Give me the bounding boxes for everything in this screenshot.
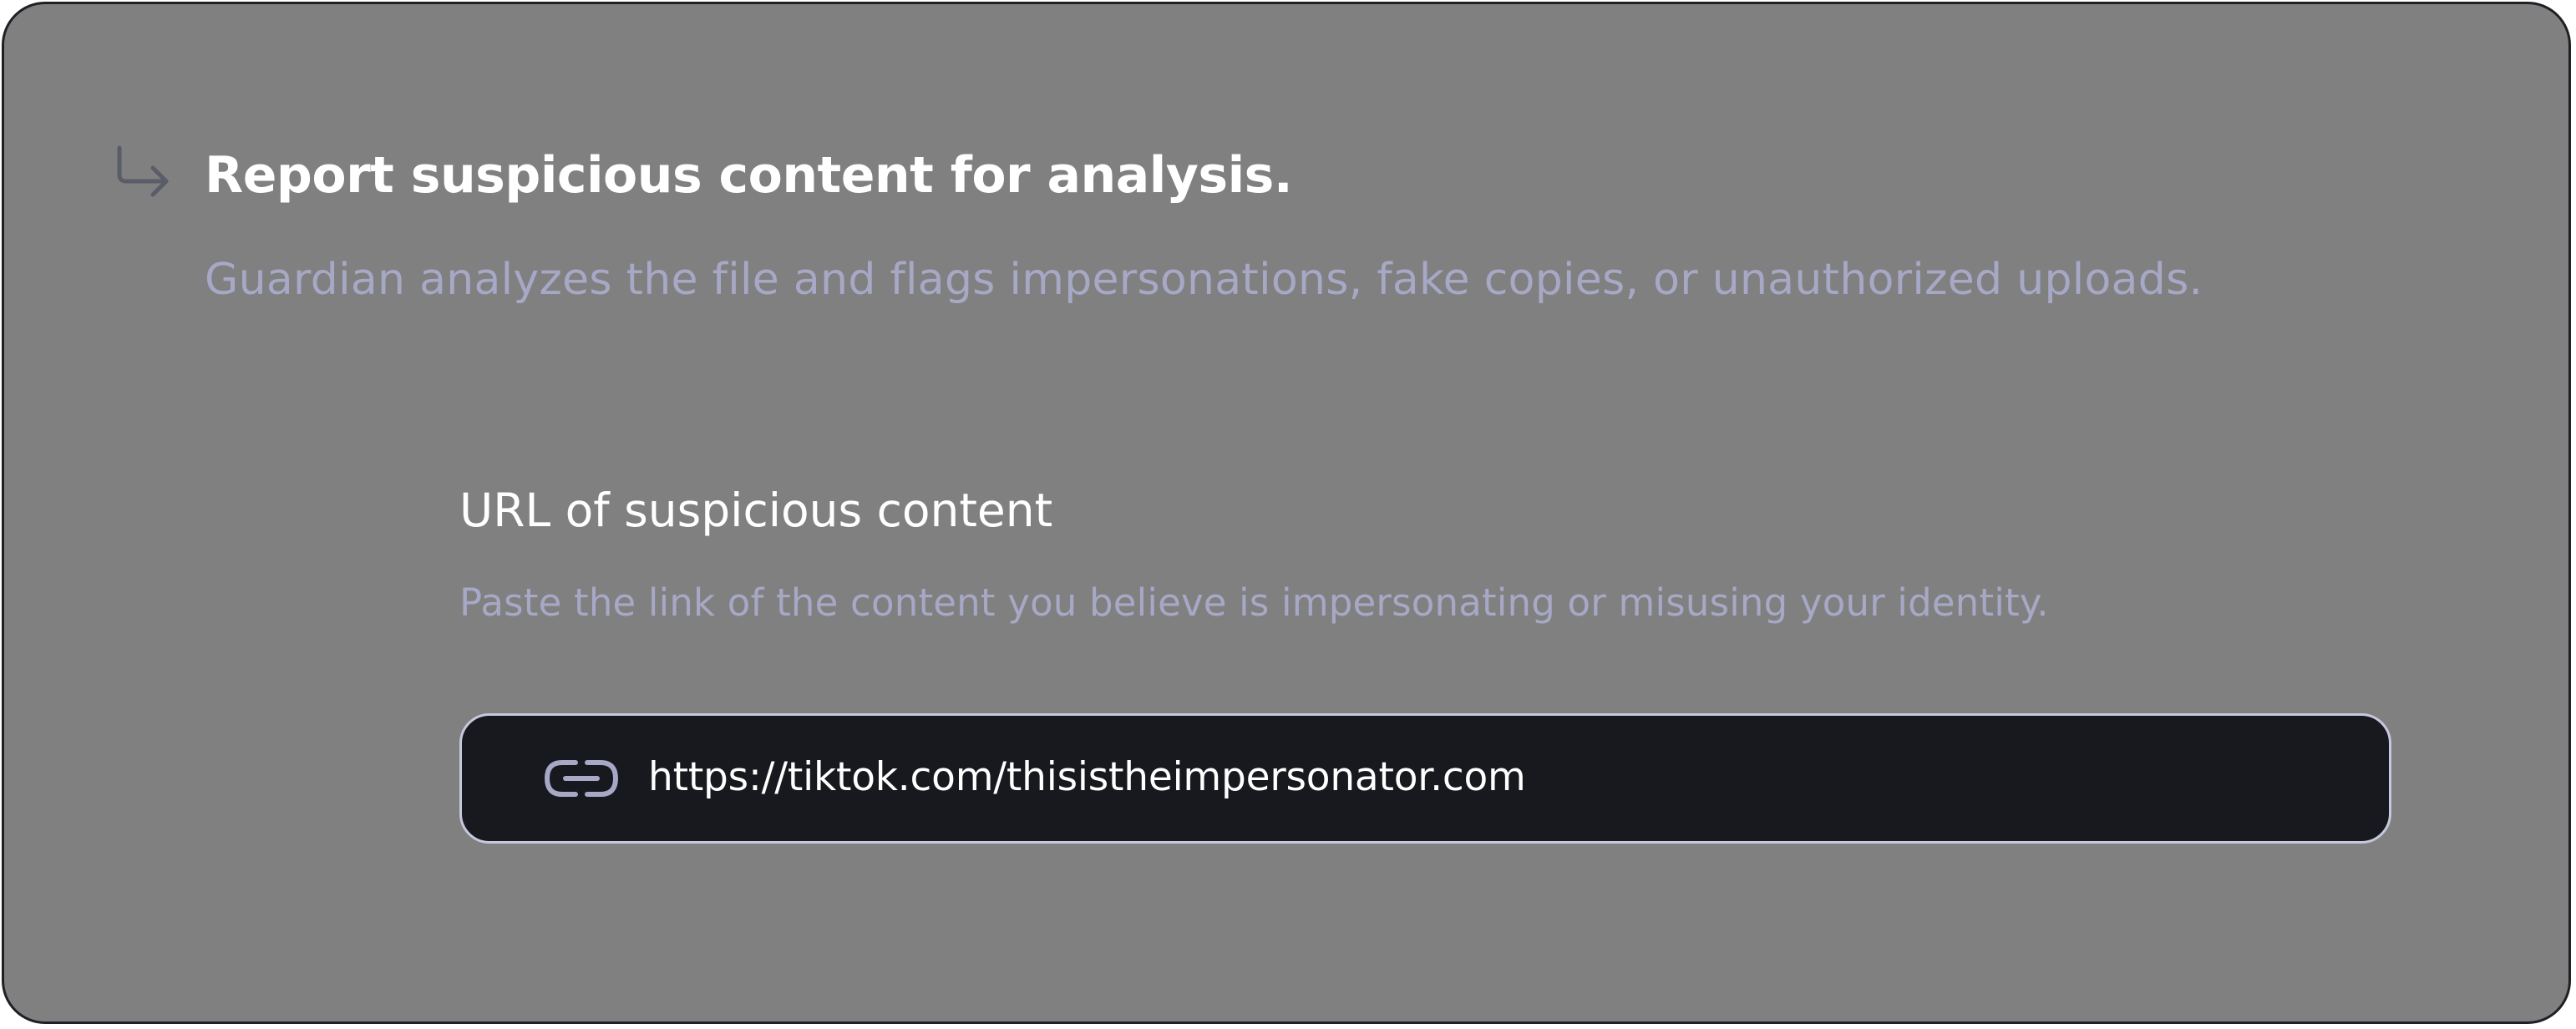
url-field-label: URL of suspicious content (459, 484, 1053, 537)
page-title: Report suspicious content for analysis. (205, 146, 1293, 205)
url-field-help-text: Paste the link of the content you believ… (459, 580, 2049, 625)
link-icon (544, 760, 619, 797)
return-arrow-icon (117, 145, 169, 197)
report-card: Report suspicious content for analysis. … (2, 2, 2571, 1024)
page-subtitle: Guardian analyzes the file and flags imp… (205, 255, 2203, 305)
url-input-value[interactable]: https://tiktok.com/thisistheimpersonator… (648, 754, 1526, 800)
url-input[interactable]: https://tiktok.com/thisistheimpersonator… (459, 713, 2391, 844)
